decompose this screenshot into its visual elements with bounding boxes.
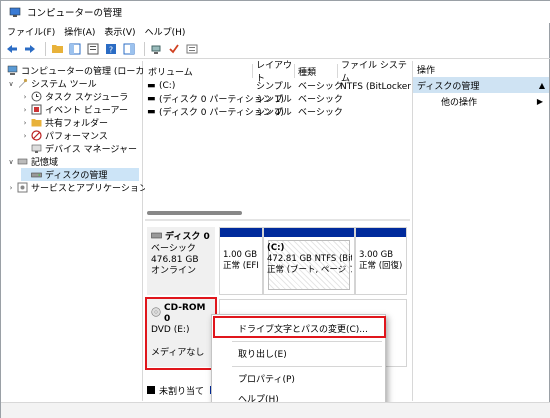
computer-management-window: コンピューターの管理 ファイル(F) 操作(A) 表示(V) ヘルプ(H) ? … xyxy=(0,0,550,418)
volume-row[interactable]: ▬ (ディスク 0 パーティション 1) シンプル ベーシック xyxy=(145,92,410,106)
event-viewer-icon xyxy=(31,104,42,115)
window-title: コンピューターの管理 xyxy=(27,8,123,19)
menu-item-eject[interactable]: 取り出し(E) xyxy=(212,344,387,362)
disk-icon xyxy=(31,169,42,180)
volume-row[interactable]: ▬ (ディスク 0 パーティション 4) シンプル ベーシック xyxy=(145,105,410,119)
connect-icon[interactable] xyxy=(149,42,163,56)
submenu-arrow-icon: ▶ xyxy=(536,96,543,106)
disk-icon xyxy=(151,231,162,244)
toolbar-separator xyxy=(144,41,145,56)
column-header-filesystem[interactable]: ファイル システム xyxy=(338,61,410,84)
chevron-down-icon[interactable]: ∨ xyxy=(7,158,15,166)
computer-icon xyxy=(7,65,18,76)
menu-view[interactable]: 表示(V) xyxy=(104,25,135,38)
chevron-down-icon[interactable]: ∨ xyxy=(7,80,15,88)
pane-divider[interactable] xyxy=(145,219,410,221)
tree-item-shared-folders[interactable]: › 共有フォルダー xyxy=(21,116,108,130)
title-bar: コンピューターの管理 xyxy=(1,1,550,23)
highlight-change-drive-letter xyxy=(213,316,386,338)
toolbar-separator xyxy=(45,41,46,56)
volume-icon: ▬ xyxy=(147,80,156,91)
disk-0-row: ディスク 0 ベーシック 476.81 GB オンライン 1.00 GB 正常 (… xyxy=(147,227,407,295)
partition-c[interactable]: (C:) 472.81 GB NTFS (Bitl 正常 (ブート, ページ フ xyxy=(263,227,355,295)
services-icon xyxy=(17,182,28,193)
no-entry-icon xyxy=(31,130,42,141)
chevron-right-icon[interactable]: › xyxy=(21,119,29,127)
clock-icon xyxy=(31,91,42,102)
toolbar: ? xyxy=(1,39,550,59)
volume-icon: ▬ xyxy=(147,106,156,117)
chevron-right-icon[interactable]: › xyxy=(21,93,29,101)
chevron-right-icon[interactable]: › xyxy=(7,184,15,192)
storage-icon xyxy=(17,156,28,167)
actions-other-operations[interactable]: 他の操作 ▶ xyxy=(413,93,549,109)
menu-item-properties[interactable]: プロパティ(P) xyxy=(212,369,387,387)
column-header-layout[interactable]: レイアウト xyxy=(253,61,295,84)
menu-separator xyxy=(232,366,382,367)
chevron-right-icon[interactable]: › xyxy=(21,132,29,140)
properties-icon[interactable] xyxy=(86,42,100,56)
help-icon[interactable]: ? xyxy=(104,42,118,56)
volume-row[interactable]: ▬ (C:) シンプル ベーシック NTFS (BitLocker で xyxy=(145,79,423,93)
folder-up-icon[interactable] xyxy=(50,42,64,56)
tree-item-disk-management[interactable]: ディスクの管理 xyxy=(21,168,139,181)
column-header-volume[interactable]: ボリューム xyxy=(145,64,253,78)
partition-efi[interactable]: 1.00 GB 正常 (EFI xyxy=(219,227,263,295)
device-manager-icon xyxy=(31,143,42,154)
horizontal-scrollbar[interactable] xyxy=(145,211,410,217)
console-tree: コンピューターの管理 (ローカル) ∨ システム ツール › タスク スケジュー… xyxy=(3,61,157,401)
tree-item-task-scheduler[interactable]: › タスク スケジューラ xyxy=(21,90,128,103)
view-icon[interactable] xyxy=(122,42,136,56)
legend-swatch-unallocated xyxy=(147,386,155,394)
menu-action[interactable]: 操作(A) xyxy=(64,25,95,38)
tree-item-system-tools[interactable]: ∨ システム ツール xyxy=(7,77,97,90)
tree-item-device-manager[interactable]: デバイス マネージャー xyxy=(29,142,137,155)
tree-item-performance[interactable]: › パフォーマンス xyxy=(21,129,108,142)
check-icon[interactable] xyxy=(167,42,181,56)
menu-separator xyxy=(232,341,382,342)
tree-item-event-viewer[interactable]: › イベント ビューアー xyxy=(21,103,128,116)
shared-folder-icon xyxy=(31,117,42,128)
tree-item-storage[interactable]: ∨ 記憶域 xyxy=(7,155,58,169)
status-bar xyxy=(1,402,550,418)
menu-bar: ファイル(F) 操作(A) 表示(V) ヘルプ(H) xyxy=(1,23,550,39)
console-tree-icon[interactable] xyxy=(68,42,82,56)
tree-item-services[interactable]: › サービスとアプリケーション xyxy=(7,181,148,194)
computer-management-icon xyxy=(9,6,21,18)
collapse-arrow-icon[interactable]: ▲ xyxy=(539,81,545,90)
partition-recovery[interactable]: 3.00 GB 正常 (回復) xyxy=(355,227,407,295)
forward-arrow-icon[interactable] xyxy=(23,42,37,56)
volume-icon: ▬ xyxy=(147,93,156,104)
actions-disk-management[interactable]: ディスクの管理 ▲ xyxy=(413,77,549,93)
menu-help[interactable]: ヘルプ(H) xyxy=(145,25,186,38)
menu-file[interactable]: ファイル(F) xyxy=(7,25,55,38)
tree-item-root[interactable]: コンピューターの管理 (ローカル) xyxy=(5,64,157,77)
svg-text:?: ? xyxy=(109,45,113,54)
actions-pane: 操作 ディスクの管理 ▲ 他の操作 ▶ xyxy=(412,61,549,401)
column-header-type[interactable]: 種類 xyxy=(295,64,338,78)
back-arrow-icon[interactable] xyxy=(5,42,19,56)
tools-icon xyxy=(17,78,28,89)
highlight-cdrom xyxy=(145,297,217,370)
chevron-right-icon[interactable]: › xyxy=(21,106,29,114)
disk-0-label[interactable]: ディスク 0 ベーシック 476.81 GB オンライン xyxy=(147,227,215,295)
actions-header: 操作 xyxy=(417,65,436,76)
list-icon[interactable] xyxy=(185,42,199,56)
scrollbar-thumb[interactable] xyxy=(147,211,242,215)
